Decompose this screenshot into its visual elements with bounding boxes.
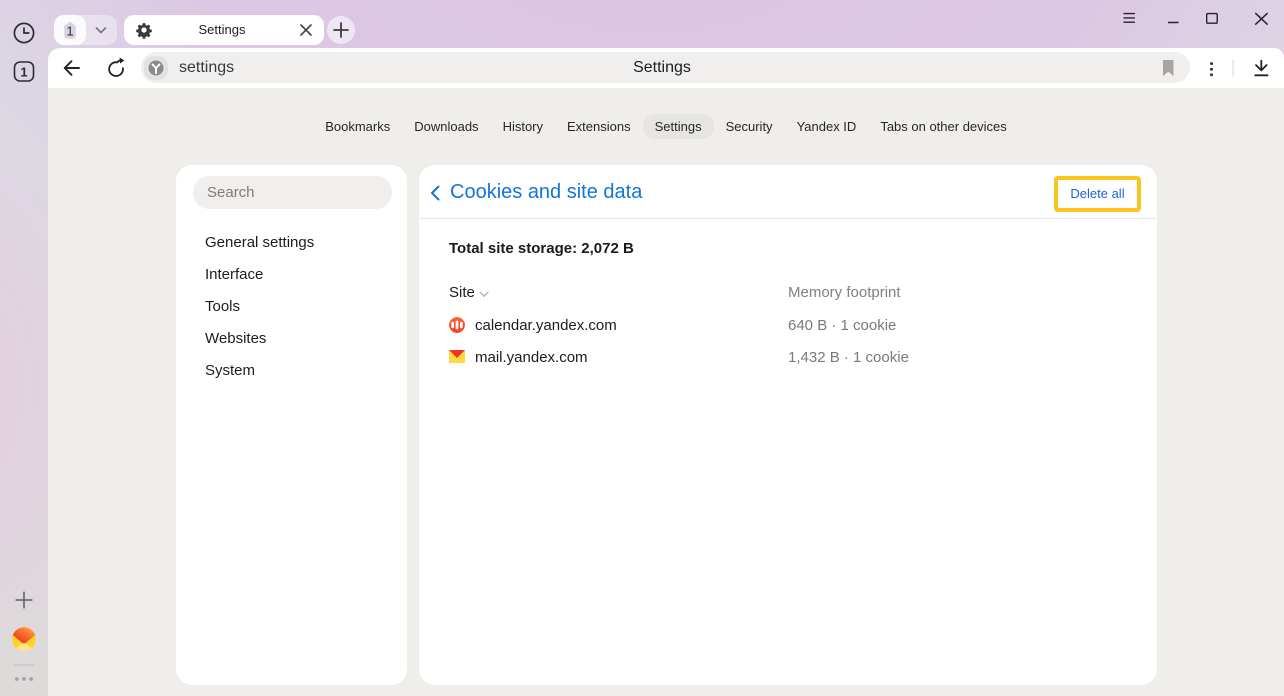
svg-text:1: 1 [20,65,27,80]
svg-text:1: 1 [66,24,73,39]
